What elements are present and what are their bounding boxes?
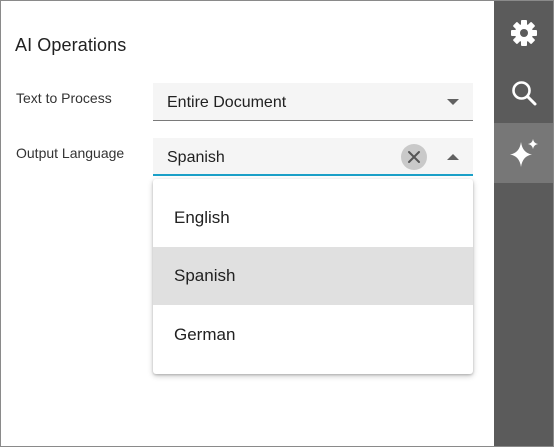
text-to-process-value: Entire Document: [167, 94, 287, 111]
language-dropdown: English Spanish German: [153, 179, 473, 374]
chevron-down-icon: [447, 99, 459, 105]
sparkle-icon: [510, 139, 538, 167]
chevron-up-icon: [447, 154, 459, 160]
panel-title: AI Operations: [15, 35, 127, 55]
search-icon: [512, 81, 537, 106]
option-german[interactable]: German: [153, 306, 473, 364]
option-english[interactable]: English: [153, 189, 473, 247]
ai-assist-button[interactable]: [494, 123, 553, 183]
output-language-label: Output Language: [16, 145, 125, 161]
output-language-select[interactable]: Spanish: [153, 138, 473, 176]
text-to-process-select[interactable]: Entire Document: [153, 83, 473, 121]
clear-button[interactable]: [401, 144, 427, 170]
text-to-process-label: Text to Process: [16, 90, 112, 106]
ai-operations-window: AI Operations Text to Process Entire Doc…: [0, 0, 554, 447]
option-spanish[interactable]: Spanish: [153, 247, 473, 305]
search-button[interactable]: [494, 63, 553, 123]
right-toolbar: [494, 1, 553, 446]
close-icon: [408, 151, 420, 163]
gear-icon: [511, 20, 537, 46]
output-language-value: Spanish: [167, 149, 225, 166]
settings-button[interactable]: [494, 3, 553, 63]
